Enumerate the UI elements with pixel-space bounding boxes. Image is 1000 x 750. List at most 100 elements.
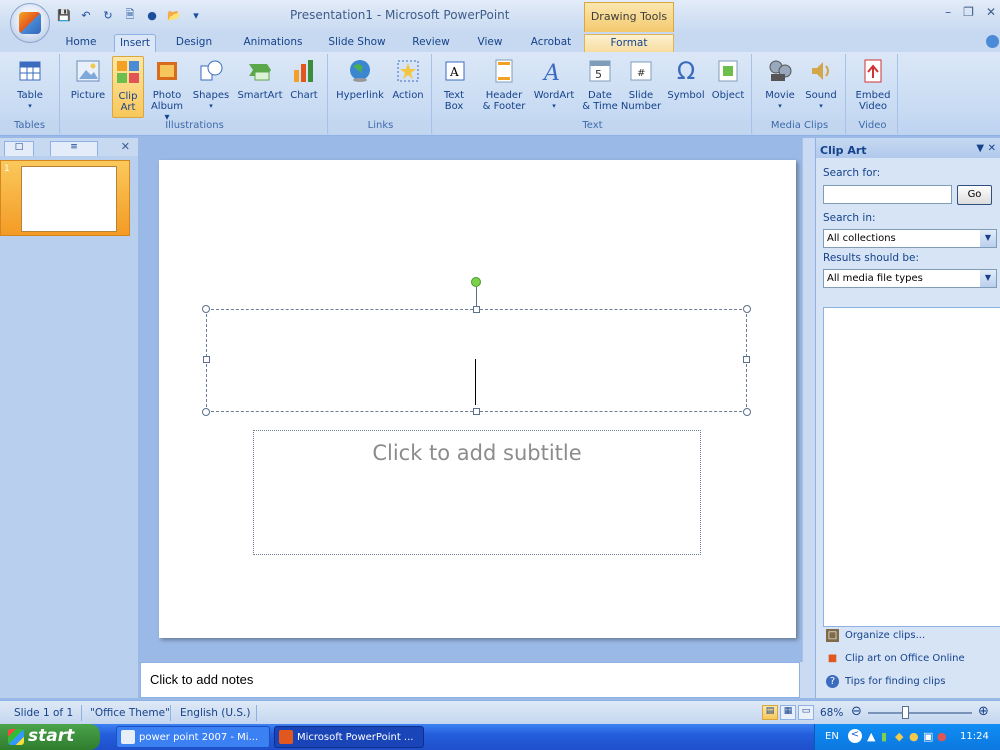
action-button[interactable]: Action (390, 56, 426, 101)
clip-art-button[interactable]: Clip Art (112, 56, 144, 118)
tray-alert-icon[interactable]: ● (937, 730, 947, 743)
title-placeholder[interactable] (202, 305, 751, 416)
tab-home[interactable]: Home (57, 34, 105, 52)
subtitle-placeholder[interactable]: Click to add subtitle (253, 430, 701, 555)
tray-shield-icon[interactable]: ◆ (895, 730, 903, 743)
notes-scrollbar[interactable] (800, 662, 815, 698)
notes-pane[interactable]: Click to add notes (140, 662, 800, 698)
tab-design[interactable]: Design (171, 34, 217, 52)
symbol-button[interactable]: Ω Symbol (666, 56, 706, 102)
help-icon[interactable] (986, 35, 999, 48)
resize-handle-t[interactable] (473, 306, 480, 313)
clip-results-area[interactable] (823, 307, 1000, 627)
redo-icon[interactable]: ↻ (100, 7, 116, 23)
object-button[interactable]: Object (708, 56, 748, 101)
open-icon[interactable]: 📂 (166, 7, 182, 23)
photo-album-button[interactable]: Photo Album ▾ (148, 56, 186, 123)
tray-network-icon[interactable]: ▲ (867, 730, 875, 743)
rotate-handle[interactable] (471, 277, 481, 287)
zoom-slider[interactable] (868, 712, 972, 714)
search-input[interactable] (823, 185, 952, 204)
zoom-out-icon[interactable]: ⊖ (851, 704, 862, 719)
tips-link[interactable]: ? Tips for finding clips (826, 675, 945, 688)
shapes-button[interactable]: Shapes ▾ (192, 56, 230, 112)
slide-show-view-icon[interactable]: ▭ (798, 705, 814, 720)
resize-handle-tr[interactable] (743, 305, 751, 313)
clip-art-online-link[interactable]: ■ Clip art on Office Online (826, 652, 965, 665)
tab-slide-show[interactable]: Slide Show (324, 34, 390, 52)
language-status[interactable]: English (U.S.) (180, 707, 250, 719)
pane-close-icon[interactable]: ✕ (988, 143, 996, 154)
shapes-dropdown-icon: ▾ (209, 102, 213, 110)
taskbar-item-document[interactable]: power point 2007 - Mi... (116, 726, 270, 748)
wordart-button[interactable]: A WordArt ▾ (532, 56, 576, 112)
tray-expand-icon[interactable]: < (848, 729, 862, 743)
tray-signal-icon[interactable]: ▮ (881, 730, 887, 743)
movie-button[interactable]: Movie ▾ (760, 56, 800, 112)
table-button[interactable]: Table ▾ (8, 56, 52, 112)
tab-animations[interactable]: Animations (237, 34, 309, 52)
minimize-icon[interactable]: – (945, 5, 951, 19)
resize-handle-br[interactable] (743, 408, 751, 416)
zoom-slider-thumb[interactable] (902, 706, 909, 719)
zoom-in-icon[interactable]: ⊕ (978, 704, 989, 719)
people-icon[interactable]: ● (144, 7, 160, 23)
search-in-select[interactable]: All collections ▼ (823, 229, 997, 248)
tray-monitor-icon[interactable]: ▣ (923, 730, 933, 743)
tab-format[interactable]: Format (584, 34, 674, 52)
resize-handle-b[interactable] (473, 408, 480, 415)
tab-review[interactable]: Review (408, 34, 454, 52)
language-indicator[interactable]: EN (825, 731, 839, 742)
sound-button[interactable]: Sound ▾ (802, 56, 840, 112)
organize-clips-link[interactable]: □ Organize clips... (826, 629, 925, 642)
chevron-down-icon[interactable]: ▼ (980, 270, 996, 287)
slide-thumbnail[interactable] (21, 166, 117, 232)
hyperlink-button[interactable]: Hyperlink (334, 56, 386, 101)
office-button[interactable] (10, 3, 50, 43)
embed-video-button[interactable]: Embed Video (852, 56, 894, 112)
taskbar-item-powerpoint[interactable]: Microsoft PowerPoint ... (274, 726, 424, 748)
clock[interactable]: 11:24 (960, 731, 989, 742)
smartart-button[interactable]: SmartArt (236, 56, 284, 101)
slide-number-button[interactable]: # Slide Number (620, 56, 662, 112)
start-button[interactable]: start (0, 724, 100, 750)
slide-sorter-view-icon[interactable]: ▦ (780, 705, 796, 720)
undo-icon[interactable]: ↶ (78, 7, 94, 23)
clip-art-pane-header: Clip Art ▼ ✕ (816, 138, 1000, 158)
resize-handle-l[interactable] (203, 356, 210, 363)
slide-thumbnail-selected[interactable]: 1 (0, 160, 130, 236)
group-label-tables: Tables (0, 120, 59, 134)
tray-security-icon[interactable]: ● (909, 730, 919, 743)
chevron-down-icon[interactable]: ▼ (980, 230, 996, 247)
resize-handle-bl[interactable] (202, 408, 210, 416)
new-icon[interactable]: 🗎 (122, 7, 138, 23)
tab-insert[interactable]: Insert (114, 34, 156, 52)
slides-tab-icon[interactable]: □ (4, 141, 34, 156)
shapes-label: Shapes (192, 90, 230, 101)
taskbar-item-powerpoint-label: Microsoft PowerPoint ... (297, 732, 414, 743)
tab-view[interactable]: View (470, 34, 510, 52)
tab-acrobat[interactable]: Acrobat (526, 34, 576, 52)
restore-icon[interactable]: ❐ (963, 5, 974, 19)
zoom-level[interactable]: 68% (820, 707, 843, 719)
results-type-select[interactable]: All media file types ▼ (823, 269, 997, 288)
resize-handle-r[interactable] (743, 356, 750, 363)
group-label-video: Video (848, 120, 897, 134)
go-button[interactable]: Go (957, 185, 992, 205)
text-box-button[interactable]: A Text Box (440, 56, 468, 112)
svg-text:5: 5 (595, 68, 602, 81)
close-pane-icon[interactable]: ✕ (121, 140, 130, 153)
resize-handle-tl[interactable] (202, 305, 210, 313)
outline-tab-icon[interactable]: ≡ (50, 141, 98, 156)
date-time-button[interactable]: 5 Date & Time (580, 56, 620, 112)
slide-canvas[interactable]: Click to add subtitle (159, 160, 796, 638)
customize-qat-icon[interactable]: ▾ (188, 7, 204, 23)
normal-view-icon[interactable]: ▤ (762, 705, 778, 720)
chart-button[interactable]: Chart (286, 56, 322, 101)
close-icon[interactable]: ✕ (986, 5, 996, 19)
save-icon[interactable]: 💾 (56, 7, 72, 23)
header-footer-button[interactable]: Header & Footer (478, 56, 530, 112)
picture-button[interactable]: Picture (68, 56, 108, 101)
pane-options-icon[interactable]: ▼ (976, 143, 984, 154)
vertical-scrollbar[interactable] (802, 138, 815, 662)
